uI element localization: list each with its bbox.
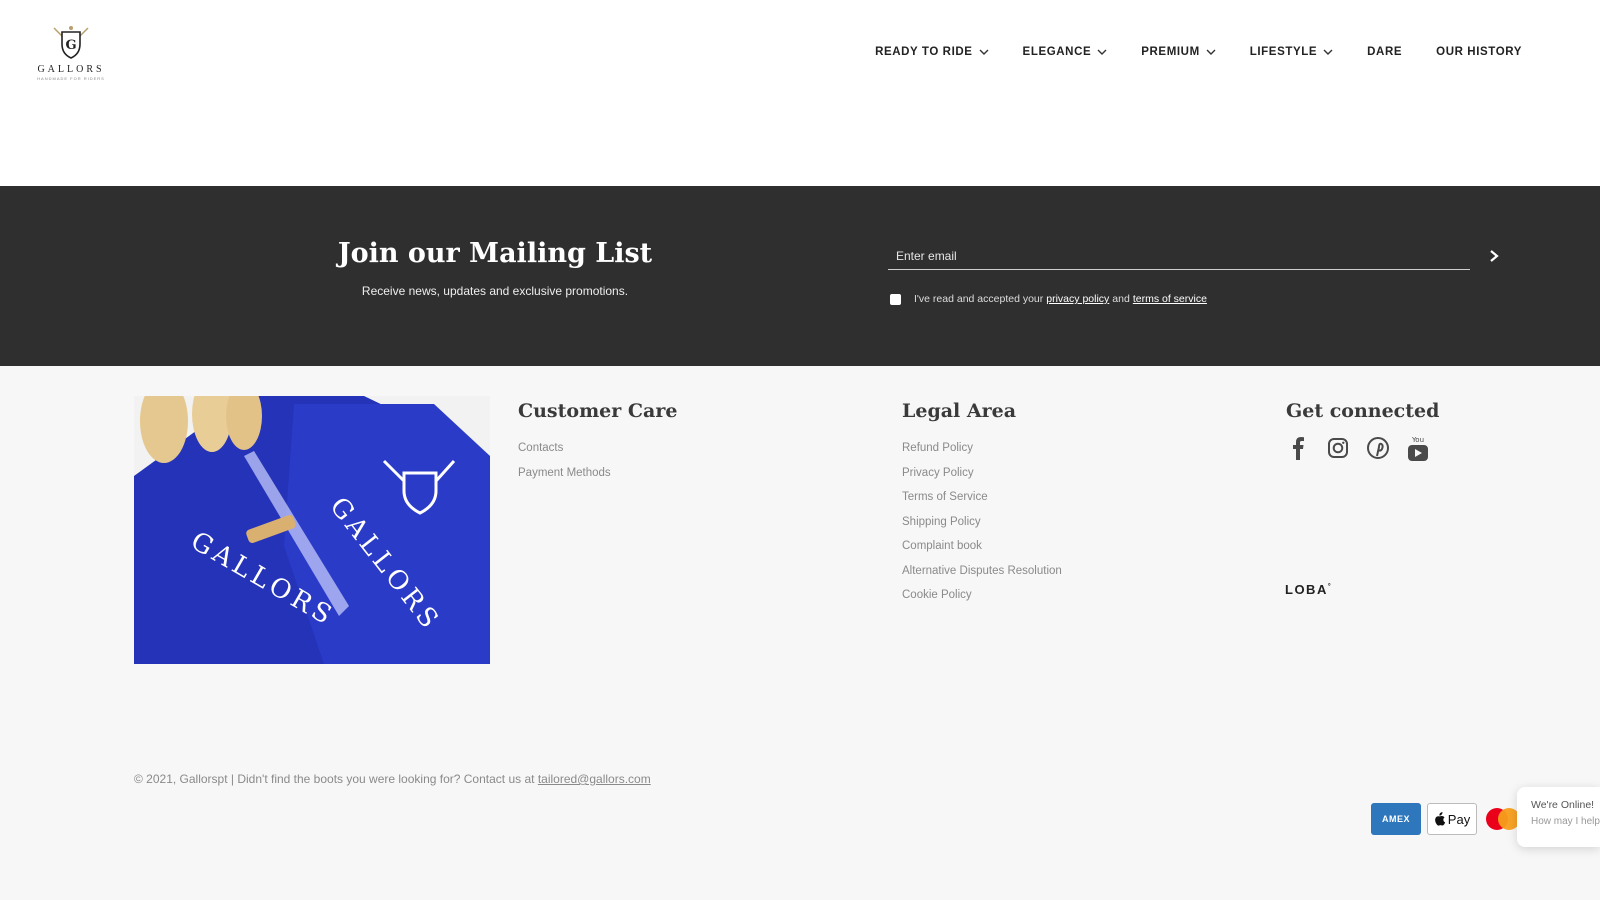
copyright-line: © 2021, Gallorspt | Didn't find the boot… [134, 772, 651, 786]
pinterest-icon[interactable] [1365, 433, 1391, 463]
chevron-down-icon [1097, 49, 1107, 55]
footer-link-complaint-book[interactable]: Complaint book [902, 534, 1062, 559]
consent-text: I've read and accepted your [914, 293, 1044, 305]
apple-pay-icon: Pay [1427, 803, 1477, 835]
privacy-policy-link[interactable]: privacy policy [1046, 293, 1109, 305]
chevron-down-icon [1323, 49, 1333, 55]
gallors-bags-illustration: GALLORS GALLORS [134, 396, 490, 664]
footer-link-refund-policy[interactable]: Refund Policy [902, 436, 1062, 461]
nav-label: LIFESTYLE [1249, 46, 1318, 58]
nav-lifestyle[interactable]: LIFESTYLE [1250, 46, 1333, 58]
loba-credit[interactable]: LOBA° [1285, 582, 1332, 597]
live-chat-widget[interactable]: We're Online! How may I help you today? [1517, 787, 1600, 847]
footer-link-contacts[interactable]: Contacts [518, 436, 611, 461]
footer-link-privacy-policy[interactable]: Privacy Policy [902, 461, 1062, 486]
customer-care-title: Customer Care [518, 400, 678, 422]
footer-link-dispute-resolution[interactable]: Alternative Disputes Resolution [902, 559, 1062, 584]
youtube-icon[interactable]: You [1405, 433, 1431, 463]
nav-label: DARE [1367, 46, 1403, 58]
apple-icon [1434, 812, 1445, 826]
logo-wordmark: GALLORS [37, 64, 105, 75]
mailing-list-section: Join our Mailing List Receive news, upda… [0, 186, 1600, 366]
nav-label: PREMIUM [1141, 46, 1200, 58]
nav-label: READY TO RIDE [875, 46, 973, 58]
consent-checkbox[interactable] [890, 293, 901, 305]
amex-label: AMEX [1381, 814, 1410, 824]
nav-premium[interactable]: PREMIUM [1141, 46, 1216, 58]
instagram-icon[interactable] [1325, 433, 1351, 463]
contact-email-link[interactable]: tailored@gallors.com [538, 772, 651, 786]
nav-label: ELEGANCE [1022, 46, 1092, 58]
copyright-text: © 2021, Gallorspt | Didn't find the boot… [134, 772, 535, 786]
chat-status: We're Online! [1531, 799, 1595, 811]
footer-link-payment-methods[interactable]: Payment Methods [518, 461, 611, 486]
footer-link-cookie-policy[interactable]: Cookie Policy [902, 583, 1062, 608]
consent-and: and [1112, 293, 1130, 305]
footer-brand-image: GALLORS GALLORS [134, 396, 490, 664]
chevron-down-icon [1206, 49, 1216, 55]
loba-text: LOBA [1285, 582, 1328, 597]
site-header: G GALLORS HANDMADE FOR RIDERS READY TO R… [0, 0, 1600, 186]
footer-link-terms-of-service[interactable]: Terms of Service [902, 485, 1062, 510]
nav-our-history[interactable]: OUR HISTORY [1436, 46, 1522, 58]
crest-icon: G [53, 26, 89, 59]
chevron-down-icon [979, 49, 989, 55]
legal-area-title: Legal Area [902, 400, 1017, 422]
loba-mark: ° [1327, 583, 1333, 591]
mailing-subtitle: Receive news, updates and exclusive prom… [361, 284, 629, 298]
main-nav: READY TO RIDE ELEGANCE PREMIUM LIFESTYLE… [841, 46, 1522, 58]
svg-text:G: G [65, 38, 76, 53]
social-links: You [1285, 433, 1445, 463]
nav-elegance[interactable]: ELEGANCE [1023, 46, 1108, 58]
customer-care-links: Contacts Payment Methods [518, 436, 611, 485]
nav-label: OUR HISTORY [1436, 46, 1522, 58]
legal-area-links: Refund Policy Privacy Policy Terms of Se… [902, 436, 1062, 608]
amex-payment-icon: AMEX [1371, 803, 1421, 835]
consent-row: I've read and accepted your privacy poli… [890, 293, 1210, 305]
apple-pay-label: Pay [1447, 811, 1471, 827]
nav-dare[interactable]: DARE [1367, 46, 1402, 58]
mailing-title: Join our Mailing List [337, 238, 653, 269]
brand-logo[interactable]: G GALLORS HANDMADE FOR RIDERS [30, 22, 112, 92]
footer-link-shipping-policy[interactable]: Shipping Policy [902, 510, 1062, 535]
logo-tagline: HANDMADE FOR RIDERS [37, 76, 105, 81]
terms-of-service-link[interactable]: terms of service [1133, 293, 1207, 305]
svg-text:You: You [1411, 436, 1424, 444]
submit-arrow-icon[interactable] [1486, 246, 1502, 266]
email-field[interactable] [888, 242, 1470, 270]
nav-ready-to-ride[interactable]: READY TO RIDE [875, 46, 989, 58]
facebook-icon[interactable] [1285, 433, 1311, 463]
chat-prompt: How may I help you today? [1531, 816, 1600, 827]
get-connected-title: Get connected [1286, 400, 1440, 422]
